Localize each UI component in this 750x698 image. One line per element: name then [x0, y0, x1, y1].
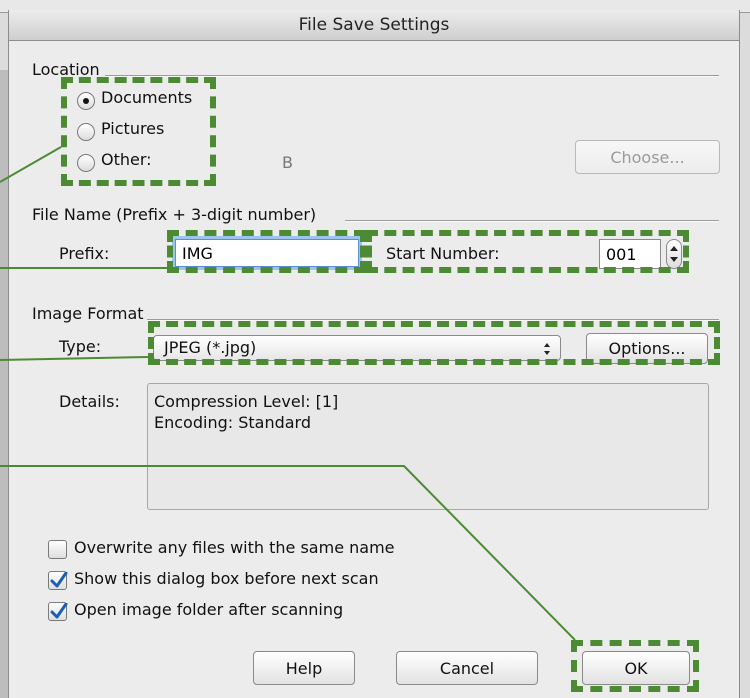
location-heading: Location — [32, 60, 100, 79]
type-select-value: JPEG (*.jpg) — [164, 338, 257, 357]
checkbox-open-folder[interactable]: Open image folder after scanning — [48, 600, 448, 626]
checkbox-overwrite-label: Overwrite any files with the same name — [74, 538, 395, 557]
type-select[interactable]: JPEG (*.jpg) — [153, 335, 561, 361]
radio-pictures[interactable]: Pictures — [77, 119, 217, 145]
stepper-arrows-icon — [670, 246, 678, 262]
details-encoding-line: Encoding: Standard — [154, 413, 311, 432]
checkmark-icon — [50, 572, 68, 588]
file-save-settings-dialog: File Save Settings Location Documents Pi… — [8, 10, 740, 698]
dialog-title: File Save Settings — [9, 10, 739, 41]
details-text: Compression Level: [1] Encoding: Standar… — [154, 391, 338, 433]
prefix-input[interactable] — [175, 239, 359, 267]
prefix-label: Prefix: — [59, 244, 110, 263]
checkbox-show-dialog-box[interactable] — [48, 571, 68, 590]
checkbox-show-dialog-label: Show this dialog box before next scan — [74, 569, 379, 588]
details-label: Details: — [59, 392, 120, 411]
radio-documents-label: Documents — [101, 88, 193, 107]
start-number-label: Start Number: — [386, 244, 500, 263]
details-box: Compression Level: [1] Encoding: Standar… — [147, 383, 709, 510]
start-number-stepper[interactable] — [666, 239, 682, 269]
file-name-heading: File Name (Prefix + 3-digit number) — [32, 205, 317, 224]
checkbox-overwrite[interactable]: Overwrite any files with the same name — [48, 538, 448, 564]
image-format-divider — [147, 319, 719, 321]
radio-documents[interactable]: Documents — [77, 88, 217, 114]
radio-pictures-label: Pictures — [101, 119, 165, 138]
type-label: Type: — [59, 337, 102, 356]
ok-button[interactable]: OK — [582, 651, 690, 685]
checkbox-open-folder-label: Open image folder after scanning — [74, 600, 344, 619]
other-location-path: B — [282, 153, 293, 172]
details-compression-line: Compression Level: [1] — [154, 392, 339, 411]
checkmark-icon — [50, 603, 68, 619]
up-down-arrows-icon — [544, 343, 550, 355]
radio-documents-indicator[interactable] — [77, 92, 95, 110]
radio-pictures-indicator[interactable] — [77, 123, 95, 141]
help-button[interactable]: Help — [253, 651, 355, 685]
checkbox-show-dialog[interactable]: Show this dialog box before next scan — [48, 569, 448, 595]
start-number-input[interactable] — [599, 239, 661, 269]
checkbox-overwrite-box[interactable] — [48, 540, 67, 559]
image-format-heading: Image Format — [32, 304, 144, 323]
file-name-divider — [345, 220, 719, 222]
radio-other[interactable]: Other: — [77, 150, 217, 176]
radio-other-indicator[interactable] — [77, 154, 95, 172]
options-button[interactable]: Options... — [586, 333, 708, 364]
radio-other-label: Other: — [101, 150, 152, 169]
choose-button[interactable]: Choose... — [575, 140, 720, 174]
cancel-button[interactable]: Cancel — [396, 651, 538, 685]
location-divider — [105, 75, 719, 77]
checkbox-open-folder-box[interactable] — [48, 602, 68, 621]
